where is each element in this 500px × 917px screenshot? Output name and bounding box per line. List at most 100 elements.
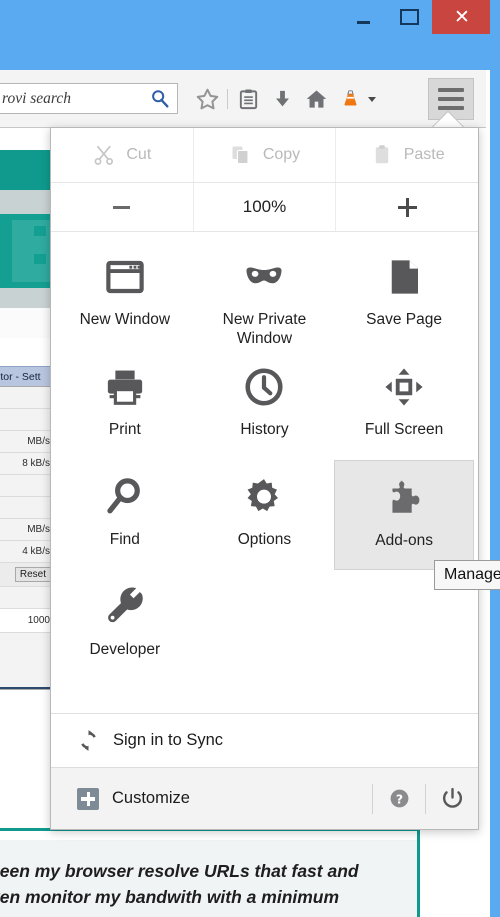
close-button[interactable]: ✕ — [432, 0, 492, 34]
menu-item-add-ons[interactable]: Add-ons — [334, 460, 474, 570]
paste-label: Paste — [403, 146, 445, 163]
table-row — [0, 409, 53, 431]
home-icon[interactable] — [299, 82, 333, 116]
embedded-app-window: itor - Sett MB/s 8 kB/s MB/s 4 kB/s Rese… — [0, 366, 54, 690]
table-row: MB/s — [0, 519, 53, 541]
table-row: MB/s — [0, 431, 53, 453]
new-window-icon — [102, 254, 148, 300]
menu-item-label: Save Page — [366, 311, 443, 328]
plus-icon — [77, 787, 99, 810]
screen-root: PC risk.com .ho itor - Sett MB/s 8 kB/s … — [0, 0, 500, 917]
table-row-spacer — [0, 587, 53, 609]
navigation-toolbar: rovi search — [0, 70, 486, 128]
zoom-reset-button[interactable]: 100% — [192, 183, 336, 231]
zoom-out-button[interactable] — [51, 183, 193, 231]
quote-line-2: ven monitor my bandwith with a minimum — [0, 887, 340, 907]
toolbar-separator — [227, 89, 228, 109]
magnifier-icon — [102, 474, 148, 520]
table-row: 8 kB/s — [0, 453, 53, 475]
menu-item-save-page[interactable]: Save Page — [334, 240, 474, 350]
menu-panel-arrow — [432, 112, 464, 128]
menu-item-label: New Private Window — [222, 311, 307, 347]
menu-item-label: Print — [108, 421, 141, 438]
table-row: 4 kB/s — [0, 541, 53, 563]
window-edge-right — [490, 0, 500, 917]
scissors-icon — [92, 143, 116, 167]
menu-item-find[interactable]: Find — [55, 460, 195, 570]
hamburger-line — [438, 97, 464, 101]
menu-item-full-screen[interactable]: Full Screen — [334, 350, 474, 460]
puzzle-piece-icon — [381, 475, 427, 521]
menu-item-label: Options — [237, 531, 292, 548]
page-icon — [381, 254, 427, 300]
power-icon — [442, 787, 462, 808]
cut-label: Cut — [126, 146, 152, 163]
reset-button[interactable]: Reset — [14, 567, 51, 582]
zoom-in-button[interactable] — [335, 183, 478, 231]
tooltip-text: Manage your add-ons — [444, 566, 500, 583]
embedded-app-body: MB/s 8 kB/s MB/s 4 kB/s Reset 1000 — [0, 386, 54, 690]
minus-icon — [113, 205, 131, 209]
printer-icon — [102, 364, 148, 410]
clock-icon — [241, 364, 287, 410]
zoom-level-label: 100% — [242, 197, 287, 216]
window-controls: ✕ — [340, 0, 492, 34]
menu-item-label: New Window — [79, 311, 171, 328]
copy-icon — [229, 143, 253, 167]
menu-item-new-window[interactable]: New Window — [55, 240, 195, 350]
maximize-button[interactable] — [386, 0, 432, 34]
vlc-cone-icon[interactable] — [333, 82, 367, 116]
quote-line-1: seen my browser resolve URLs that fast a… — [0, 861, 359, 881]
bookmark-star-icon[interactable] — [190, 82, 224, 116]
menu-footer: Customize ? — [51, 767, 478, 829]
table-row — [0, 387, 53, 409]
menu-icon-grid: New Window New Private Window Save Page … — [51, 232, 478, 680]
menu-item-label: Full Screen — [364, 421, 444, 438]
minimize-button[interactable] — [340, 0, 386, 34]
embedded-app-footer — [0, 633, 53, 689]
sync-icon — [77, 729, 100, 752]
sign-in-to-sync-button[interactable]: Sign in to Sync — [51, 713, 478, 767]
menu-item-label: Add-ons — [375, 532, 433, 549]
window-edge-right-inner — [486, 70, 490, 917]
window-titlebar: ✕ — [0, 0, 500, 70]
menu-item-print[interactable]: Print — [55, 350, 195, 460]
menu-item-label: History — [240, 421, 289, 438]
fullscreen-arrows-icon — [381, 364, 427, 410]
table-row — [0, 475, 53, 497]
addons-tooltip: Manage your add-ons — [434, 560, 500, 590]
cut-button[interactable]: Cut — [51, 128, 193, 182]
reset-button-row: Reset — [0, 563, 53, 587]
embedded-app-titlebar: itor - Sett — [0, 366, 54, 386]
copy-button[interactable]: Copy — [192, 128, 336, 182]
reading-list-icon[interactable] — [231, 82, 265, 116]
table-row — [0, 497, 53, 519]
search-input[interactable]: rovi search — [2, 90, 149, 108]
search-icon[interactable] — [149, 88, 171, 110]
help-button[interactable]: ? — [373, 787, 425, 810]
copy-label: Copy — [262, 146, 301, 163]
gear-icon — [241, 474, 287, 520]
customize-button[interactable]: Customize — [112, 789, 190, 808]
menu-item-options[interactable]: Options — [195, 460, 335, 570]
search-bar[interactable]: rovi search — [0, 83, 178, 114]
numeric-field[interactable]: 1000 — [0, 609, 53, 633]
mask-icon — [241, 254, 287, 300]
quit-button[interactable] — [426, 787, 478, 810]
zoom-controls-row: 100% — [51, 183, 478, 232]
chevron-down-icon[interactable] — [368, 96, 376, 102]
menu-item-developer[interactable]: Developer — [55, 570, 195, 680]
wrench-icon — [102, 584, 148, 630]
toolbar-icon-group — [190, 82, 376, 116]
menu-item-label: Find — [109, 531, 140, 548]
svg-text:?: ? — [395, 791, 402, 806]
menu-item-new-private-window[interactable]: New Private Window — [195, 240, 335, 350]
downloads-icon[interactable] — [265, 82, 299, 116]
quote-block: seen my browser resolve URLs that fast a… — [0, 840, 417, 917]
help-icon: ? — [390, 789, 408, 808]
menu-item-history[interactable]: History — [195, 350, 335, 460]
hamburger-line — [438, 88, 464, 92]
paste-button[interactable]: Paste — [335, 128, 478, 182]
clipboard-icon — [370, 143, 394, 167]
edit-controls-row: Cut Copy Paste — [51, 128, 478, 183]
